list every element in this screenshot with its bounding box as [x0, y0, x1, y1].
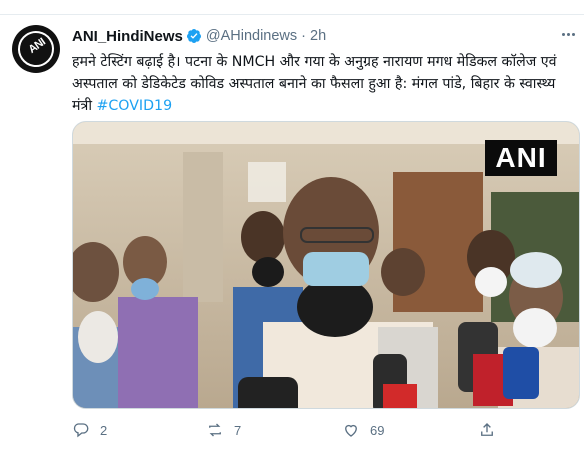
tweet-header: ANI_HindiNews @AHindinews · 2h	[72, 26, 326, 46]
tweet-text: हमने टेस्टिंग बढ़ाई है। पटना के NMCH और …	[72, 51, 572, 117]
more-icon[interactable]	[557, 26, 579, 42]
tweet-media-image[interactable]: ANI	[72, 121, 580, 409]
tweet-actions: 2 7 69	[72, 419, 512, 441]
like-count: 69	[370, 422, 385, 438]
retweet-icon	[209, 423, 221, 437]
retweet-button[interactable]: 7	[206, 419, 241, 441]
hashtag-link[interactable]: #COVID19	[97, 98, 173, 114]
ani-watermark: ANI	[485, 140, 557, 176]
tweet-timestamp[interactable]: 2h	[310, 28, 326, 44]
reply-icon	[73, 423, 89, 438]
avatar[interactable]: ANI	[10, 23, 62, 75]
header-separator: ·	[301, 28, 306, 44]
like-icon	[345, 424, 357, 437]
account-handle[interactable]: @AHindinews	[206, 28, 297, 44]
reply-count: 2	[100, 422, 108, 438]
share-button[interactable]	[478, 419, 506, 441]
like-button[interactable]: 69	[342, 419, 384, 441]
account-name[interactable]: ANI_HindiNews	[72, 28, 183, 45]
retweet-count: 7	[234, 422, 242, 438]
share-icon	[481, 423, 493, 436]
reply-button[interactable]: 2	[72, 419, 107, 441]
verified-icon	[186, 29, 201, 43]
top-divider	[0, 0, 584, 15]
